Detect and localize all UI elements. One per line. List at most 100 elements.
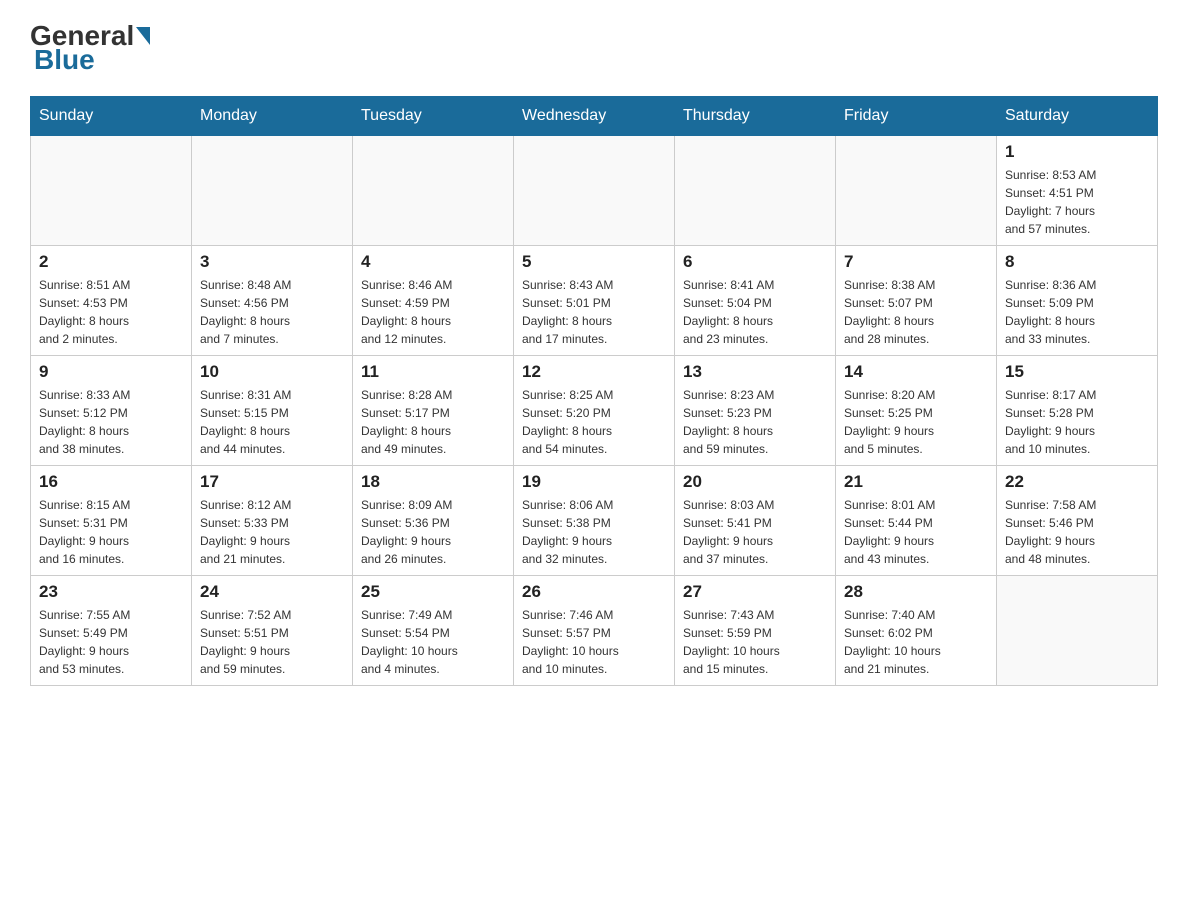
- calendar-cell: 13 Sunrise: 8:23 AM Sunset: 5:23 PM Dayli…: [675, 356, 836, 466]
- day-number: 9: [39, 362, 183, 382]
- day-number: 11: [361, 362, 505, 382]
- calendar-cell: 2 Sunrise: 8:51 AM Sunset: 4:53 PM Daylig…: [31, 246, 192, 356]
- calendar-cell: 19Sunrise: 8:06 AM Sunset: 5:38 PM Dayli…: [514, 466, 675, 576]
- calendar-cell: [31, 136, 192, 246]
- day-info: Sunrise: 8:17 AM Sunset: 5:28 PM Dayligh…: [1005, 386, 1149, 458]
- calendar-cell: 18 Sunrise: 8:09 AM Sunset: 5:36 PM Dayli…: [353, 466, 514, 576]
- day-number: 28: [844, 582, 988, 602]
- day-info: Sunrise: 8:46 AM Sunset: 4:59 PM Dayligh…: [361, 276, 505, 348]
- day-number: 22: [1005, 472, 1149, 492]
- day-info: Sunrise: 8:15 AM Sunset: 5:31 PM Dayligh…: [39, 496, 183, 568]
- day-number: 23: [39, 582, 183, 602]
- calendar-week-2: 2 Sunrise: 8:51 AM Sunset: 4:53 PM Daylig…: [31, 246, 1158, 356]
- day-info: Sunrise: 8:28 AM Sunset: 5:17 PM Dayligh…: [361, 386, 505, 458]
- day-info: Sunrise: 8:53 AM Sunset: 4:51 PM Dayligh…: [1005, 166, 1149, 238]
- day-info: Sunrise: 7:43 AM Sunset: 5:59 PM Dayligh…: [683, 606, 827, 678]
- day-number: 2: [39, 252, 183, 272]
- calendar-cell: 4 Sunrise: 8:46 AM Sunset: 4:59 PM Daylig…: [353, 246, 514, 356]
- calendar-cell: 14 Sunrise: 8:20 AM Sunset: 5:25 PM Dayli…: [836, 356, 997, 466]
- day-info: Sunrise: 8:09 AM Sunset: 5:36 PM Dayligh…: [361, 496, 505, 568]
- weekday-header-thursday: Thursday: [675, 97, 836, 136]
- day-number: 25: [361, 582, 505, 602]
- calendar-week-3: 9 Sunrise: 8:33 AM Sunset: 5:12 PM Daylig…: [31, 356, 1158, 466]
- calendar-week-1: 1 Sunrise: 8:53 AM Sunset: 4:51 PM Daylig…: [31, 136, 1158, 246]
- calendar-cell: 6 Sunrise: 8:41 AM Sunset: 5:04 PM Daylig…: [675, 246, 836, 356]
- calendar-cell: [836, 136, 997, 246]
- day-number: 8: [1005, 252, 1149, 272]
- calendar-cell: [675, 136, 836, 246]
- calendar-cell: 27 Sunrise: 7:43 AM Sunset: 5:59 PM Dayli…: [675, 576, 836, 686]
- day-number: 16: [39, 472, 183, 492]
- day-info: Sunrise: 8:38 AM Sunset: 5:07 PM Dayligh…: [844, 276, 988, 348]
- day-number: 24: [200, 582, 344, 602]
- weekday-header-monday: Monday: [192, 97, 353, 136]
- day-info: Sunrise: 8:43 AM Sunset: 5:01 PM Dayligh…: [522, 276, 666, 348]
- day-number: 26: [522, 582, 666, 602]
- day-info: Sunrise: 8:48 AM Sunset: 4:56 PM Dayligh…: [200, 276, 344, 348]
- calendar-cell: 20 Sunrise: 8:03 AM Sunset: 5:41 PM Dayli…: [675, 466, 836, 576]
- calendar-table: SundayMondayTuesdayWednesdayThursdayFrid…: [30, 96, 1158, 686]
- logo-blue-text: Blue: [34, 44, 95, 76]
- day-number: 15: [1005, 362, 1149, 382]
- day-info: Sunrise: 7:52 AM Sunset: 5:51 PM Dayligh…: [200, 606, 344, 678]
- day-number: 27: [683, 582, 827, 602]
- calendar-cell: 26 Sunrise: 7:46 AM Sunset: 5:57 PM Dayli…: [514, 576, 675, 686]
- day-info: Sunrise: 7:40 AM Sunset: 6:02 PM Dayligh…: [844, 606, 988, 678]
- day-number: 14: [844, 362, 988, 382]
- day-info: Sunrise: 8:12 AM Sunset: 5:33 PM Dayligh…: [200, 496, 344, 568]
- day-info: Sunrise: 8:01 AM Sunset: 5:44 PM Dayligh…: [844, 496, 988, 568]
- logo-arrow-icon: [136, 27, 150, 45]
- calendar-cell: 10Sunrise: 8:31 AM Sunset: 5:15 PM Dayli…: [192, 356, 353, 466]
- calendar-cell: 12 Sunrise: 8:25 AM Sunset: 5:20 PM Dayli…: [514, 356, 675, 466]
- calendar-cell: [353, 136, 514, 246]
- day-info: Sunrise: 7:49 AM Sunset: 5:54 PM Dayligh…: [361, 606, 505, 678]
- weekday-header-row: SundayMondayTuesdayWednesdayThursdayFrid…: [31, 97, 1158, 136]
- calendar-cell: 17Sunrise: 8:12 AM Sunset: 5:33 PM Dayli…: [192, 466, 353, 576]
- calendar-cell: 16 Sunrise: 8:15 AM Sunset: 5:31 PM Dayli…: [31, 466, 192, 576]
- calendar-cell: [997, 576, 1158, 686]
- calendar-cell: [192, 136, 353, 246]
- calendar-cell: 28 Sunrise: 7:40 AM Sunset: 6:02 PM Dayli…: [836, 576, 997, 686]
- day-info: Sunrise: 8:03 AM Sunset: 5:41 PM Dayligh…: [683, 496, 827, 568]
- weekday-header-friday: Friday: [836, 97, 997, 136]
- calendar-cell: 22 Sunrise: 7:58 AM Sunset: 5:46 PM Dayli…: [997, 466, 1158, 576]
- day-number: 21: [844, 472, 988, 492]
- day-info: Sunrise: 7:46 AM Sunset: 5:57 PM Dayligh…: [522, 606, 666, 678]
- day-info: Sunrise: 8:33 AM Sunset: 5:12 PM Dayligh…: [39, 386, 183, 458]
- weekday-header-tuesday: Tuesday: [353, 97, 514, 136]
- day-info: Sunrise: 7:58 AM Sunset: 5:46 PM Dayligh…: [1005, 496, 1149, 568]
- day-number: 19: [522, 472, 666, 492]
- day-number: 4: [361, 252, 505, 272]
- calendar-cell: 21 Sunrise: 8:01 AM Sunset: 5:44 PM Dayli…: [836, 466, 997, 576]
- calendar-cell: 5Sunrise: 8:43 AM Sunset: 5:01 PM Daylig…: [514, 246, 675, 356]
- calendar-cell: 8 Sunrise: 8:36 AM Sunset: 5:09 PM Daylig…: [997, 246, 1158, 356]
- day-number: 18: [361, 472, 505, 492]
- day-info: Sunrise: 8:51 AM Sunset: 4:53 PM Dayligh…: [39, 276, 183, 348]
- calendar-cell: 11 Sunrise: 8:28 AM Sunset: 5:17 PM Dayli…: [353, 356, 514, 466]
- day-number: 6: [683, 252, 827, 272]
- day-number: 13: [683, 362, 827, 382]
- calendar-cell: [514, 136, 675, 246]
- calendar-week-4: 16 Sunrise: 8:15 AM Sunset: 5:31 PM Dayli…: [31, 466, 1158, 576]
- day-info: Sunrise: 8:36 AM Sunset: 5:09 PM Dayligh…: [1005, 276, 1149, 348]
- weekday-header-sunday: Sunday: [31, 97, 192, 136]
- day-info: Sunrise: 8:41 AM Sunset: 5:04 PM Dayligh…: [683, 276, 827, 348]
- calendar-cell: 7Sunrise: 8:38 AM Sunset: 5:07 PM Daylig…: [836, 246, 997, 356]
- day-number: 1: [1005, 142, 1149, 162]
- day-info: Sunrise: 8:20 AM Sunset: 5:25 PM Dayligh…: [844, 386, 988, 458]
- calendar-cell: 1 Sunrise: 8:53 AM Sunset: 4:51 PM Daylig…: [997, 136, 1158, 246]
- day-number: 20: [683, 472, 827, 492]
- day-number: 12: [522, 362, 666, 382]
- day-info: Sunrise: 8:23 AM Sunset: 5:23 PM Dayligh…: [683, 386, 827, 458]
- calendar-cell: 9 Sunrise: 8:33 AM Sunset: 5:12 PM Daylig…: [31, 356, 192, 466]
- day-info: Sunrise: 8:25 AM Sunset: 5:20 PM Dayligh…: [522, 386, 666, 458]
- calendar-cell: 15 Sunrise: 8:17 AM Sunset: 5:28 PM Dayli…: [997, 356, 1158, 466]
- weekday-header-wednesday: Wednesday: [514, 97, 675, 136]
- calendar-cell: 25 Sunrise: 7:49 AM Sunset: 5:54 PM Dayli…: [353, 576, 514, 686]
- page-header: General Blue: [30, 20, 1158, 76]
- calendar-week-5: 23Sunrise: 7:55 AM Sunset: 5:49 PM Dayli…: [31, 576, 1158, 686]
- weekday-header-saturday: Saturday: [997, 97, 1158, 136]
- calendar-cell: 23Sunrise: 7:55 AM Sunset: 5:49 PM Dayli…: [31, 576, 192, 686]
- calendar-cell: 3Sunrise: 8:48 AM Sunset: 4:56 PM Daylig…: [192, 246, 353, 356]
- day-info: Sunrise: 8:31 AM Sunset: 5:15 PM Dayligh…: [200, 386, 344, 458]
